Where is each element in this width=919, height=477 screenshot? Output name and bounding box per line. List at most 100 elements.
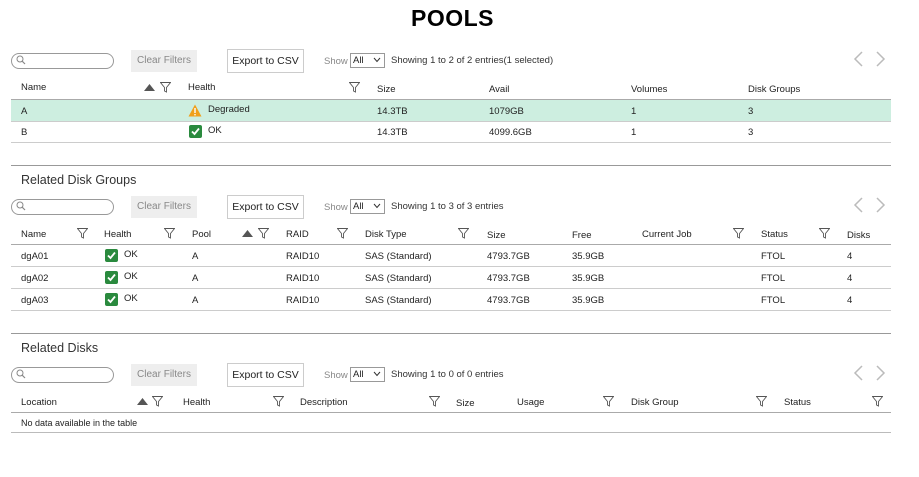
pools-table-header: Name Health Size Avail Volumes Disk Grou… bbox=[11, 79, 891, 100]
filter-icon[interactable] bbox=[77, 228, 88, 239]
filter-icon[interactable] bbox=[258, 228, 269, 239]
filter-icon[interactable] bbox=[429, 396, 440, 407]
col-header-disk-type[interactable]: Disk Type bbox=[365, 229, 407, 240]
col-header-status[interactable]: Status bbox=[784, 397, 811, 408]
filter-icon[interactable] bbox=[337, 228, 348, 239]
dg-disk-type: SAS (Standard) bbox=[365, 251, 432, 262]
pools-prev-page-button[interactable] bbox=[852, 50, 866, 68]
col-header-location[interactable]: Location bbox=[21, 397, 57, 408]
disks-show-select[interactable]: All bbox=[350, 367, 385, 382]
col-header-current-job[interactable]: Current Job bbox=[642, 229, 692, 240]
pools-search-input[interactable] bbox=[11, 53, 114, 69]
pool-size: 14.3TB bbox=[377, 127, 408, 138]
col-header-size[interactable]: Size bbox=[456, 398, 474, 409]
ok-check-icon bbox=[105, 271, 118, 284]
disks-empty-row: No data available in the table bbox=[11, 413, 891, 433]
disk-groups-search-field[interactable] bbox=[28, 201, 110, 213]
pools-show-value: All bbox=[353, 55, 364, 66]
pools-clear-filters-button[interactable]: Clear Filters bbox=[131, 50, 197, 72]
pool-avail: 4099.6GB bbox=[489, 127, 532, 138]
disks-search-field[interactable] bbox=[28, 369, 110, 381]
dg-pool: A bbox=[192, 251, 199, 262]
disk-groups-prev-page-button[interactable] bbox=[852, 196, 866, 214]
pool-name: A bbox=[21, 106, 28, 117]
ok-check-icon bbox=[189, 125, 202, 138]
dg-pool: A bbox=[192, 295, 199, 306]
col-header-description[interactable]: Description bbox=[300, 397, 348, 408]
filter-icon[interactable] bbox=[164, 228, 175, 239]
table-row-pool-b[interactable]: B OK 14.3TB 4099.6GB 1 3 bbox=[11, 122, 891, 143]
table-row-disk-group[interactable]: dgA03 OK A RAID10 SAS (Standard) 4793.7G… bbox=[11, 289, 891, 311]
disk-groups-search-input[interactable] bbox=[11, 199, 114, 215]
col-header-avail[interactable]: Avail bbox=[489, 84, 509, 95]
table-row-pool-a[interactable]: A Degraded 14.3TB 1079GB 1 3 bbox=[11, 100, 891, 122]
col-header-health[interactable]: Health bbox=[188, 82, 215, 93]
col-header-name[interactable]: Name bbox=[21, 229, 46, 240]
warning-icon bbox=[188, 104, 202, 117]
disk-groups-show-label: Show bbox=[324, 202, 348, 213]
disk-groups-showing-entries: Showing 1 to 3 of 3 entries bbox=[391, 201, 504, 212]
dg-health: OK bbox=[124, 271, 138, 282]
col-header-health[interactable]: Health bbox=[183, 397, 210, 408]
pool-health: Degraded bbox=[208, 104, 250, 115]
filter-icon[interactable] bbox=[458, 228, 469, 239]
section-divider bbox=[11, 333, 891, 334]
dg-raid: RAID10 bbox=[286, 295, 320, 306]
filter-icon[interactable] bbox=[152, 396, 163, 407]
disks-clear-filters-button[interactable]: Clear Filters bbox=[131, 364, 197, 386]
dg-free: 35.9GB bbox=[572, 251, 605, 262]
disk-groups-export-csv-button[interactable]: Export to CSV bbox=[227, 195, 304, 219]
col-header-pool[interactable]: Pool bbox=[192, 229, 211, 240]
disk-groups-next-page-button[interactable] bbox=[873, 196, 887, 214]
disks-next-page-button[interactable] bbox=[873, 364, 887, 382]
pools-show-label: Show bbox=[324, 56, 348, 67]
chevron-right-icon bbox=[876, 51, 886, 67]
filter-icon[interactable] bbox=[160, 82, 171, 93]
col-header-volumes[interactable]: Volumes bbox=[631, 84, 667, 95]
disks-show-label: Show bbox=[324, 370, 348, 381]
col-header-usage[interactable]: Usage bbox=[517, 397, 544, 408]
sort-asc-icon[interactable] bbox=[242, 230, 253, 237]
filter-icon[interactable] bbox=[819, 228, 830, 239]
dg-disk-type: SAS (Standard) bbox=[365, 295, 432, 306]
dg-pool: A bbox=[192, 273, 199, 284]
disk-groups-show-select[interactable]: All bbox=[350, 199, 385, 214]
disks-prev-page-button[interactable] bbox=[852, 364, 866, 382]
dg-raid: RAID10 bbox=[286, 273, 320, 284]
filter-icon[interactable] bbox=[603, 396, 614, 407]
dg-free: 35.9GB bbox=[572, 273, 605, 284]
col-header-free[interactable]: Free bbox=[572, 230, 592, 241]
col-header-disk-group[interactable]: Disk Group bbox=[631, 397, 679, 408]
pools-toolbar: Clear Filters Export to CSV Show All Sho… bbox=[11, 49, 891, 73]
filter-icon[interactable] bbox=[756, 396, 767, 407]
filter-icon[interactable] bbox=[349, 82, 360, 93]
col-header-name[interactable]: Name bbox=[21, 82, 46, 93]
col-header-disks[interactable]: Disks bbox=[847, 230, 870, 241]
sort-asc-icon[interactable] bbox=[137, 398, 148, 405]
table-row-disk-group[interactable]: dgA02 OK A RAID10 SAS (Standard) 4793.7G… bbox=[11, 267, 891, 289]
col-header-size[interactable]: Size bbox=[377, 84, 395, 95]
chevron-left-icon bbox=[853, 197, 863, 213]
disks-export-csv-button[interactable]: Export to CSV bbox=[227, 363, 304, 387]
filter-icon[interactable] bbox=[733, 228, 744, 239]
dg-health: OK bbox=[124, 293, 138, 304]
chevron-down-icon bbox=[373, 57, 381, 63]
col-header-status[interactable]: Status bbox=[761, 229, 788, 240]
chevron-right-icon bbox=[876, 365, 886, 381]
col-header-disk-groups[interactable]: Disk Groups bbox=[748, 84, 800, 95]
pool-size: 14.3TB bbox=[377, 106, 408, 117]
disks-search-input[interactable] bbox=[11, 367, 114, 383]
sort-asc-icon[interactable] bbox=[144, 84, 155, 91]
col-header-health[interactable]: Health bbox=[104, 229, 131, 240]
pools-export-csv-button[interactable]: Export to CSV bbox=[227, 49, 304, 73]
pools-show-select[interactable]: All bbox=[350, 53, 385, 68]
disk-groups-clear-filters-button[interactable]: Clear Filters bbox=[131, 196, 197, 218]
col-header-raid[interactable]: RAID bbox=[286, 229, 309, 240]
col-header-size[interactable]: Size bbox=[487, 230, 505, 241]
filter-icon[interactable] bbox=[872, 396, 883, 407]
pools-search-field[interactable] bbox=[28, 55, 110, 67]
filter-icon[interactable] bbox=[273, 396, 284, 407]
table-row-disk-group[interactable]: dgA01 OK A RAID10 SAS (Standard) 4793.7G… bbox=[11, 245, 891, 267]
dg-name: dgA03 bbox=[21, 295, 49, 306]
pools-next-page-button[interactable] bbox=[873, 50, 887, 68]
